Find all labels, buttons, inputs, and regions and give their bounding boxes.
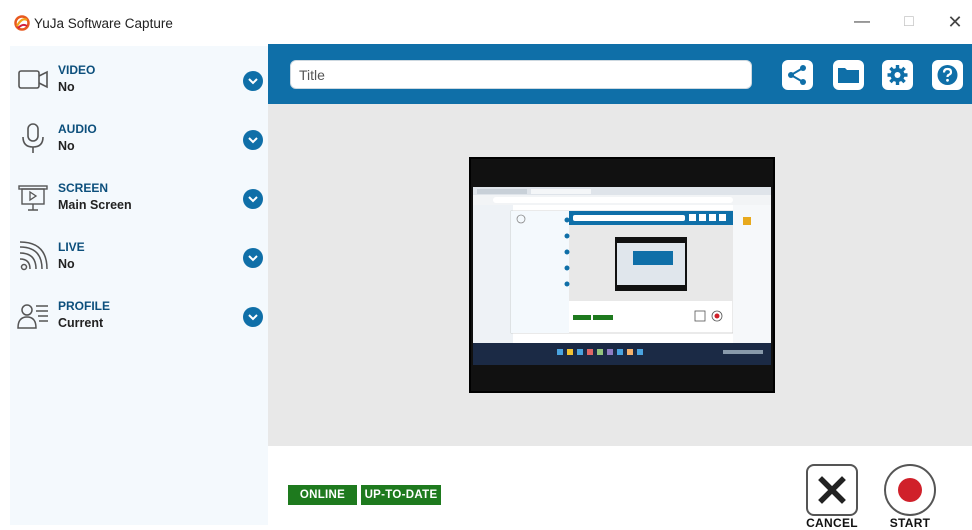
screen-icon (18, 185, 48, 211)
sidebar-item-live[interactable]: LIVE No (10, 235, 268, 287)
chevron-down-icon[interactable] (243, 248, 263, 268)
cancel-label: CANCEL (806, 516, 858, 530)
cancel-button[interactable] (806, 464, 858, 516)
live-broadcast-icon (19, 241, 48, 271)
settings-button[interactable] (882, 60, 913, 90)
title-input[interactable] (290, 60, 752, 89)
help-icon (937, 65, 958, 85)
video-camera-icon (18, 70, 48, 89)
sidebar-item-value: No (58, 80, 75, 94)
sidebar-item-label: AUDIO (58, 122, 97, 136)
chevron-down-icon[interactable] (243, 130, 263, 150)
sidebar-item-label: VIDEO (58, 63, 96, 77)
sidebar-item-value: No (58, 257, 75, 271)
close-button[interactable]: ✕ (945, 12, 965, 32)
sidebar-item-value: No (58, 139, 75, 153)
share-icon (788, 65, 806, 85)
gear-icon (887, 65, 908, 85)
title-bar: YuJa Software Capture — □ ✕ (0, 0, 972, 46)
sidebar-item-profile[interactable]: PROFILE Current (10, 294, 268, 346)
start-button[interactable] (884, 464, 936, 516)
maximize-button[interactable]: □ (899, 12, 919, 32)
window-title: YuJa Software Capture (34, 16, 173, 31)
up-to-date-status-badge: UP-TO-DATE (361, 485, 441, 505)
chevron-down-icon[interactable] (243, 71, 263, 91)
sidebar-item-value: Main Screen (58, 198, 132, 212)
help-button[interactable] (932, 60, 963, 90)
close-icon (818, 476, 846, 504)
microphone-icon (22, 123, 44, 153)
folder-icon (838, 68, 859, 83)
header-bar (268, 44, 972, 104)
sidebar-item-screen[interactable]: SCREEN Main Screen (10, 176, 268, 228)
share-button[interactable] (782, 60, 813, 90)
preview-area (268, 104, 972, 446)
sidebar-item-label: SCREEN (58, 181, 109, 195)
minimize-button[interactable]: — (852, 12, 872, 32)
chevron-down-icon[interactable] (243, 189, 263, 209)
online-status-badge: ONLINE (288, 485, 357, 505)
folder-button[interactable] (833, 60, 864, 90)
start-label: START (889, 516, 931, 530)
sidebar-item-video[interactable]: VIDEO No (10, 58, 268, 110)
record-icon (898, 478, 922, 502)
sidebar-item-audio[interactable]: AUDIO No (10, 117, 268, 169)
screen-preview-image (473, 187, 771, 365)
profile-icon (17, 304, 48, 329)
yuja-logo-icon (14, 15, 30, 31)
sidebar: VIDEO No AUDIO No SCREEN Main Screen LIV… (10, 46, 268, 525)
chevron-down-icon[interactable] (243, 307, 263, 327)
sidebar-item-label: LIVE (58, 240, 85, 254)
sidebar-item-label: PROFILE (58, 299, 111, 313)
bottom-bar: ONLINE UP-TO-DATE CANCEL START (278, 458, 972, 530)
sidebar-item-value: Current (58, 316, 104, 330)
screen-preview (469, 157, 775, 393)
